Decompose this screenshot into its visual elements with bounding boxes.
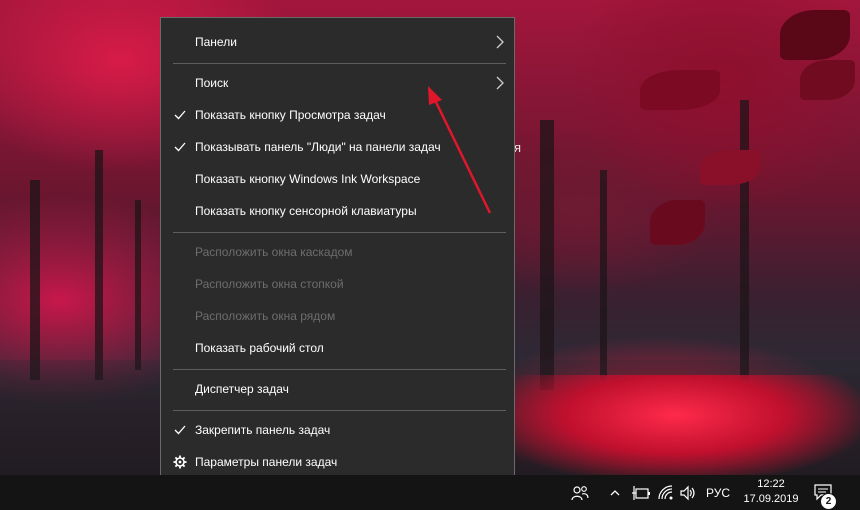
menu-separator — [173, 369, 506, 370]
clock-date: 17.09.2019 — [743, 493, 799, 505]
checkmark-icon — [174, 425, 186, 435]
menu-item-side-by-side-windows: Расположить окна рядом — [161, 300, 514, 332]
menu-item-label: Показать кнопку Просмотра задач — [195, 108, 386, 122]
menu-item-task-manager[interactable]: Диспетчер задач — [161, 373, 514, 405]
red-foliage-ground — [515, 375, 860, 475]
menu-item-cascade-windows: Расположить окна каскадом — [161, 236, 514, 268]
menu-separator — [173, 63, 506, 64]
foliage — [640, 70, 720, 110]
menu-item-panels[interactable]: Панели — [161, 26, 514, 58]
menu-item-stack-windows: Расположить окна стопкой — [161, 268, 514, 300]
menu-item-label: Поиск — [195, 76, 229, 90]
foliage — [650, 200, 705, 245]
menu-item-label: Параметры панели задач — [195, 455, 338, 469]
tree-trunk — [600, 170, 607, 380]
menu-item-label: Расположить окна рядом — [195, 309, 336, 323]
checkmark-icon — [174, 142, 186, 152]
tree-trunk — [740, 100, 749, 380]
wifi-icon[interactable] — [657, 484, 675, 502]
checkmark-icon — [174, 110, 186, 120]
notification-count-badge: 2 — [820, 493, 837, 510]
menu-separator — [173, 410, 506, 411]
menu-item-lock-taskbar[interactable]: Закрепить панель задач — [161, 414, 514, 446]
menu-item-label: Закрепить панель задач — [195, 423, 331, 437]
menu-item-show-desktop[interactable]: Показать рабочий стол — [161, 332, 514, 364]
menu-item-label: Показать кнопку сенсорной клавиатуры — [195, 204, 417, 218]
menu-item-label: Расположить окна каскадом — [195, 245, 353, 259]
language-indicator[interactable]: РУС — [706, 486, 730, 500]
chevron-right-icon — [496, 35, 504, 49]
menu-item-label: Панели — [195, 35, 237, 49]
clock[interactable]: 12:22 17.09.2019 — [740, 477, 802, 507]
foliage — [700, 150, 760, 185]
menu-item-label: Показать рабочий стол — [195, 341, 324, 355]
red-arrow-annotation — [428, 86, 492, 214]
foliage — [780, 10, 850, 60]
menu-separator — [173, 232, 506, 233]
tree-trunk — [540, 120, 554, 390]
taskbar: РУС 12:22 17.09.2019 2 — [0, 475, 860, 510]
gear-icon — [173, 455, 187, 469]
volume-icon[interactable] — [679, 484, 697, 502]
menu-item-taskbar-settings[interactable]: Параметры панели задач — [161, 446, 514, 478]
chevron-up-icon[interactable] — [609, 484, 621, 502]
desktop-partial-text: я — [514, 140, 522, 155]
tree-trunk — [95, 150, 103, 380]
battery-icon[interactable] — [632, 484, 652, 502]
menu-item-label: Расположить окна стопкой — [195, 277, 344, 291]
tree-trunk — [135, 200, 141, 370]
foliage — [800, 60, 855, 100]
menu-item-label: Показывать панель "Люди" на панели задач — [195, 140, 441, 154]
clock-time: 12:22 — [757, 478, 785, 490]
people-icon[interactable] — [571, 484, 589, 502]
menu-item-label: Показать кнопку Windows Ink Workspace — [195, 172, 421, 186]
menu-item-label: Диспетчер задач — [195, 382, 289, 396]
tree-trunk — [30, 180, 40, 380]
